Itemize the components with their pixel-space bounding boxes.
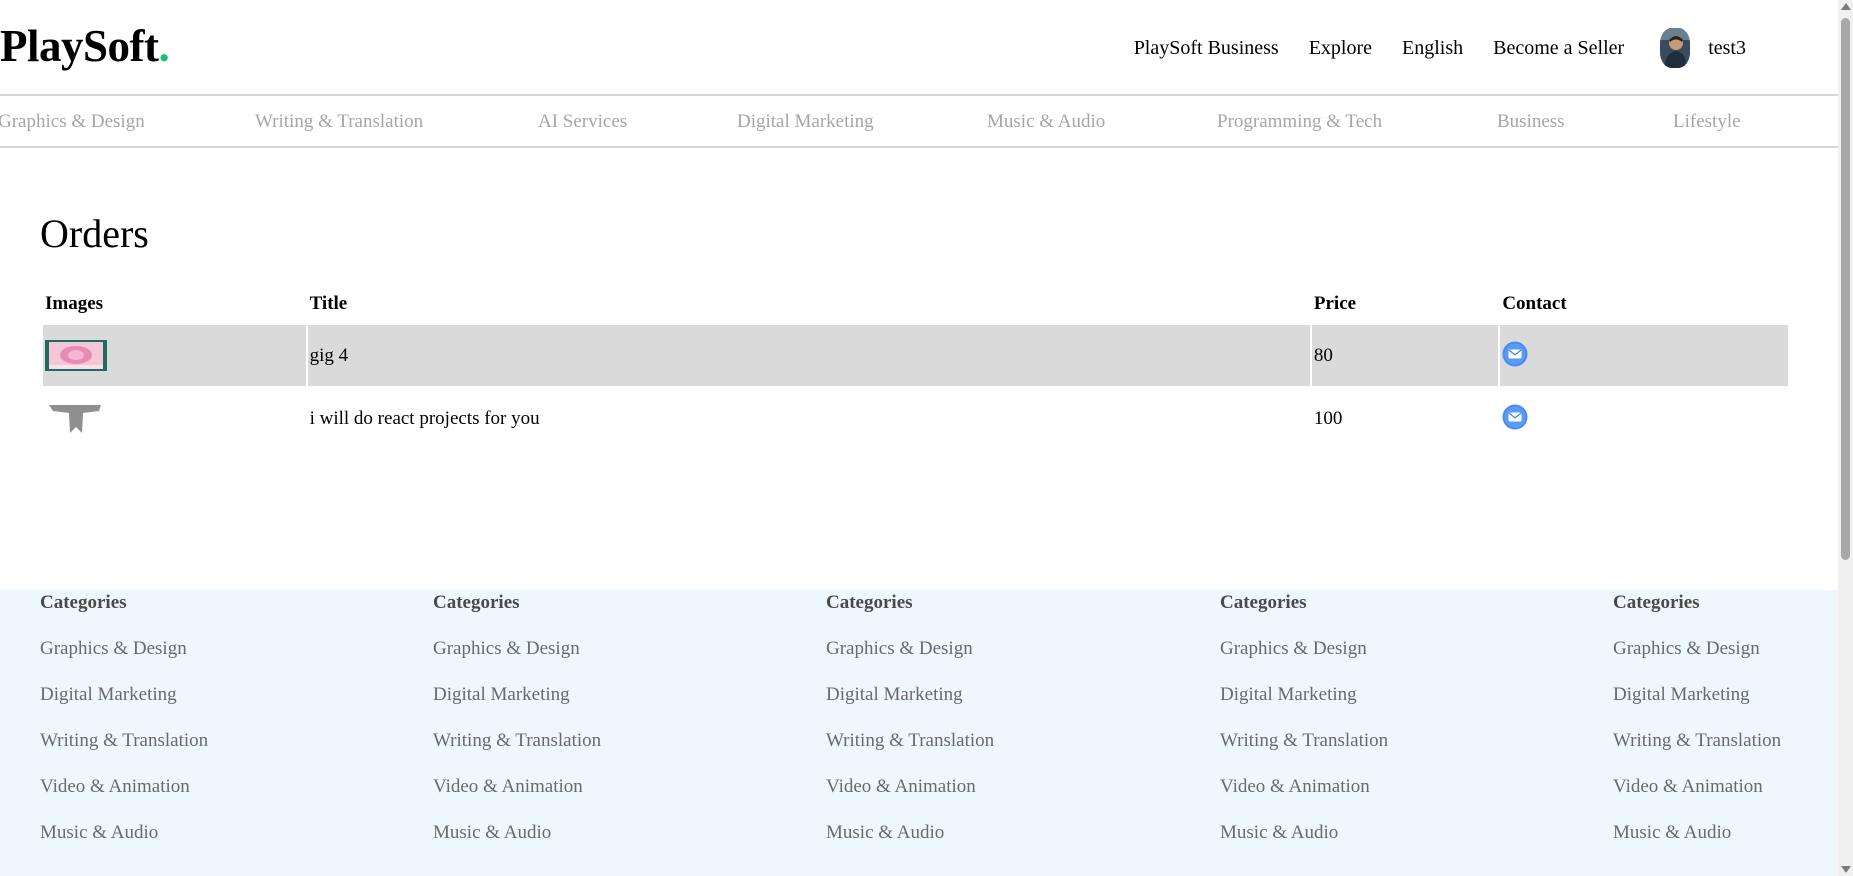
footer-link[interactable]: Writing & Translation [826,730,1156,752]
vertical-scrollbar[interactable] [1838,0,1853,876]
nav-become-seller-link[interactable]: Become a Seller [1493,37,1624,60]
column-header-contact: Contact [1502,293,1567,314]
footer-heading: Categories [1220,592,1307,613]
mail-icon[interactable] [1502,341,1528,367]
navbar: PlaySoft. PlaySoft Business Explore Engl… [0,0,1838,96]
order-image-cell [43,325,306,386]
footer-link[interactable]: Video & Animation [1613,776,1823,798]
scrollbar-thumb[interactable] [1841,18,1850,560]
scroll-up-arrow-icon[interactable] [1841,3,1851,10]
page-title: Orders [40,211,149,256]
footer-link[interactable]: Graphics & Design [1220,638,1550,660]
nav-explore-link[interactable]: Explore [1309,37,1372,60]
logo[interactable]: PlaySoft. [0,20,170,72]
menu-item-business[interactable]: Business [1497,111,1565,133]
footer-link[interactable]: Graphics & Design [433,638,763,660]
order-title: i will do react projects for you [309,407,540,429]
footer-column: Categories Graphics & Design Digital Mar… [433,590,763,844]
menu-item-music-audio[interactable]: Music & Audio [987,111,1105,133]
footer-heading: Categories [40,592,127,613]
nav-links: PlaySoft Business Explore English Become… [1104,28,1746,68]
footer-link[interactable]: Music & Audio [826,822,1156,844]
logo-dot: . [158,21,170,71]
order-price: 80 [1311,325,1499,386]
logo-text: PlaySoft [0,21,159,71]
footer-heading: Categories [826,592,913,613]
category-menu: Graphics & Design Writing & Translation … [0,96,1838,148]
table-row: i will do react projects for you 100 [43,388,1788,449]
gray-figure-thumbnail [45,403,107,434]
footer: Categories Graphics & Design Digital Mar… [0,590,1838,876]
table-header-row: Images Title Price Contact [43,285,1788,323]
footer-link[interactable]: Music & Audio [1613,822,1823,844]
column-header-title: Title [309,293,348,314]
footer-link[interactable]: Music & Audio [433,822,763,844]
footer-link[interactable]: Digital Marketing [1613,684,1823,706]
footer-heading: Categories [433,592,520,613]
footer-link[interactable]: Writing & Translation [433,730,763,752]
menu-item-programming-tech[interactable]: Programming & Tech [1217,111,1382,133]
footer-link[interactable]: Video & Animation [826,776,1156,798]
menu-item-digital-marketing[interactable]: Digital Marketing [737,111,874,133]
footer-link[interactable]: Graphics & Design [1613,638,1823,660]
order-title: gig 4 [307,325,1310,386]
column-header-price: Price [1313,293,1357,314]
mail-icon[interactable] [1502,404,1528,430]
footer-link[interactable]: Video & Animation [40,776,370,798]
footer-column: Categories Graphics & Design Digital Mar… [1220,590,1550,844]
scroll-down-arrow-icon[interactable] [1841,866,1851,873]
footer-heading: Categories [1613,592,1700,613]
footer-column: Categories Graphics & Design Digital Mar… [40,590,370,844]
footer-link[interactable]: Music & Audio [1220,822,1550,844]
footer-link[interactable]: Digital Marketing [433,684,763,706]
footer-link[interactable]: Writing & Translation [1220,730,1550,752]
nav-business-link[interactable]: PlaySoft Business [1134,37,1279,60]
footer-link[interactable]: Writing & Translation [1613,730,1823,752]
menu-item-writing-translation[interactable]: Writing & Translation [255,111,423,133]
contact-cell [1500,325,1788,386]
footer-link[interactable]: Video & Animation [1220,776,1550,798]
footer-link[interactable]: Video & Animation [433,776,763,798]
nav-language-link[interactable]: English [1402,37,1463,60]
menu-item-lifestyle[interactable]: Lifestyle [1673,111,1741,133]
avatar-image [1660,28,1691,68]
table-row: gig 4 80 [43,325,1788,386]
avatar[interactable] [1660,28,1691,68]
footer-link[interactable]: Music & Audio [40,822,370,844]
orders-table: Images Title Price Contact gig 4 80 i wi… [41,283,1790,451]
user-menu[interactable]: test3 [1660,28,1746,68]
username[interactable]: test3 [1708,37,1746,60]
pink-flower-thumbnail [45,340,107,371]
order-price: 100 [1313,407,1343,429]
order-image-cell [43,388,306,449]
footer-link[interactable]: Writing & Translation [40,730,370,752]
menu-item-graphics-design[interactable]: Graphics & Design [0,111,145,133]
footer-link[interactable]: Graphics & Design [40,638,370,660]
footer-link[interactable]: Digital Marketing [1220,684,1550,706]
footer-link[interactable]: Graphics & Design [826,638,1156,660]
footer-link[interactable]: Digital Marketing [40,684,370,706]
column-header-images: Images [45,293,104,314]
menu-item-ai-services[interactable]: AI Services [538,111,627,133]
contact-cell [1500,388,1788,449]
footer-column: Categories Graphics & Design Digital Mar… [826,590,1156,844]
footer-column: Categories Graphics & Design Digital Mar… [1613,590,1823,844]
footer-link[interactable]: Digital Marketing [826,684,1156,706]
